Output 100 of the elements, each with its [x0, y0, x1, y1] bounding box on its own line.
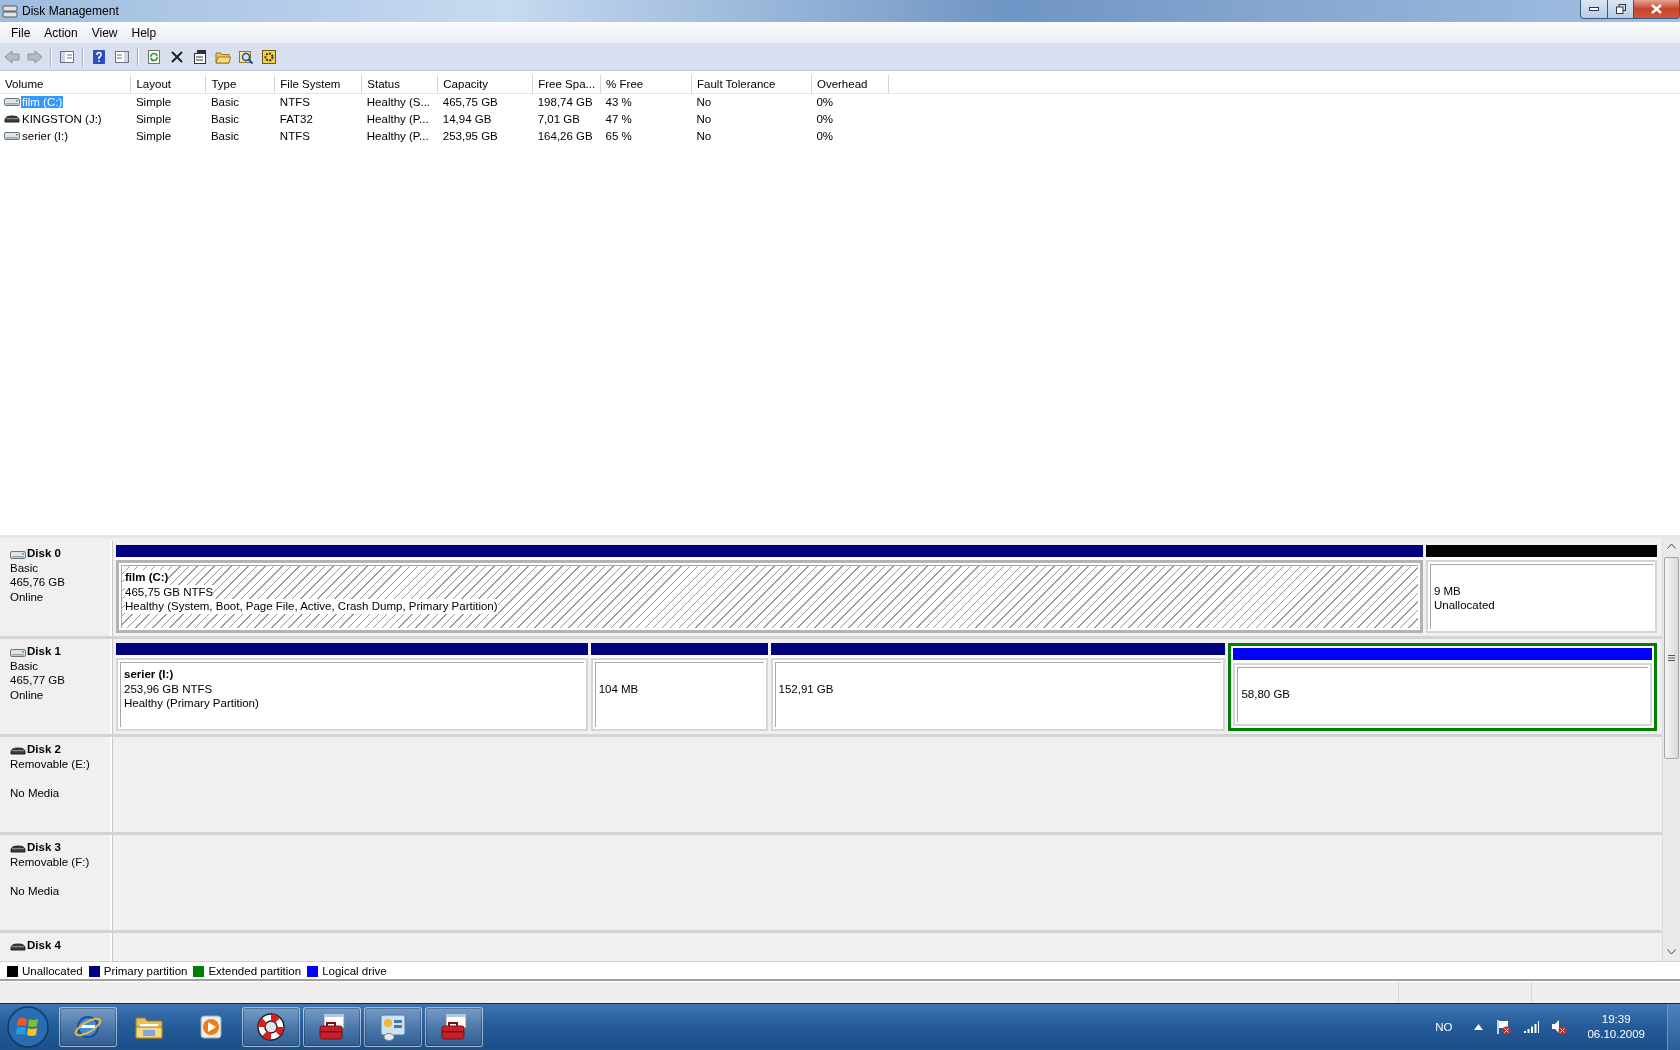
minimize-button[interactable] — [1580, 0, 1608, 19]
hard-drive-icon — [4, 129, 20, 143]
table-cell: 0% — [811, 93, 889, 111]
table-cell: Healthy (S... — [361, 93, 438, 111]
disk-name: Disk 0 — [27, 546, 61, 561]
disk-status: Online — [10, 590, 45, 605]
restore-icon — [1615, 4, 1626, 14]
column-header[interactable]: Capacity — [437, 75, 533, 93]
table-cell-text: Basic — [209, 129, 240, 144]
table-cell: No — [691, 93, 812, 111]
volume-name[interactable]: KINGSTON (J:) — [21, 113, 103, 125]
partition-panel[interactable]: serier (I:) 253,96 GB NTFS Healthy (Primary Partition) — [116, 643, 588, 732]
partition-panel[interactable]: 58,80 GB — [1228, 643, 1657, 732]
close-icon — [1651, 4, 1662, 14]
taskbar-button[interactable] — [364, 1007, 422, 1047]
table-cell-text: NTFS — [278, 129, 311, 144]
table-cell: Basic — [205, 93, 275, 111]
disk-type: Basic — [10, 561, 40, 576]
table-cell: NTFS — [274, 93, 362, 111]
partition-size: 104 MB — [598, 682, 639, 697]
partition-panel[interactable]: 152,91 GB — [770, 643, 1226, 732]
column-header[interactable]: % Free — [600, 75, 692, 93]
column-header[interactable]: Layout — [130, 75, 206, 93]
column-header[interactable]: File System — [274, 75, 362, 93]
language-indicator[interactable]: NO — [1435, 1021, 1453, 1033]
muted-speaker-icon[interactable] — [1551, 1019, 1568, 1035]
signal-bars-icon[interactable] — [1523, 1021, 1540, 1033]
action-pane-icon[interactable] — [114, 48, 130, 65]
disk-status: No Media — [10, 884, 61, 899]
column-header[interactable]: Free Spa... — [532, 75, 601, 93]
scroll-up-icon[interactable] — [1667, 543, 1676, 550]
menu-item[interactable]: Help — [124, 23, 164, 42]
start-button-icon[interactable] — [6, 1005, 50, 1049]
show-hidden-icons-icon[interactable] — [1474, 1024, 1484, 1030]
removable-drive-icon — [4, 112, 20, 126]
taskbar-button[interactable] — [303, 1007, 361, 1047]
table-cell: 198,74 GB — [532, 93, 601, 111]
table-cell-text: Healthy (P... — [365, 112, 430, 127]
grip-icon — [1668, 655, 1675, 662]
partition-panel[interactable]: 9 MB Unallocated — [1425, 545, 1657, 634]
clock-time: 19:39 — [1601, 1012, 1631, 1027]
table-cell: 465,75 GB — [437, 93, 533, 111]
column-header[interactable]: Fault Tolerance — [691, 75, 812, 93]
properties-icon[interactable] — [192, 48, 208, 65]
disk-status: Online — [10, 688, 45, 703]
close-button[interactable] — [1634, 0, 1680, 19]
disk-type: Removable (F:) — [10, 855, 91, 870]
partition-panel[interactable]: 104 MB — [590, 643, 768, 732]
table-cell-text: No — [695, 129, 713, 144]
legend-label: Primary partition — [103, 965, 188, 977]
taskbar-button[interactable] — [425, 1007, 483, 1047]
menu-item[interactable]: File — [4, 23, 38, 42]
partition-status: Healthy (System, Boot, Page File, Active, Crash Dump, Primary Partition) — [125, 599, 498, 614]
table-cell-text: FAT32 — [278, 112, 314, 127]
table-cell-text: 7,01 GB — [536, 112, 581, 127]
delete-icon[interactable] — [169, 48, 185, 65]
legend-label: Extended partition — [208, 965, 302, 977]
volume-name[interactable]: serier (I:) — [21, 130, 69, 142]
disk-name: Disk 2 — [27, 742, 61, 757]
help-icon[interactable] — [91, 48, 107, 65]
table-cell-text: 0% — [815, 112, 835, 127]
clock[interactable]: 19:39 06.10.2009 — [1587, 1012, 1645, 1042]
disk-size: 465,76 GB — [10, 575, 66, 590]
column-header[interactable]: Overhead — [811, 75, 889, 93]
partition-size: 9 MB — [1433, 584, 1461, 599]
partition-panel[interactable]: film (C:) 465,75 GB NTFS Healthy (System, Boot, Page File, Active, Crash Dump, Primary Partition) — [116, 545, 1423, 634]
control-panel-icon — [377, 1011, 409, 1043]
gear-icon[interactable] — [261, 48, 277, 65]
lifebuoy-icon — [255, 1011, 287, 1043]
minimize-icon — [1589, 7, 1599, 11]
column-header[interactable]: Volume — [0, 75, 131, 93]
table-cell: 43 % — [600, 93, 692, 111]
magnifier-icon[interactable] — [238, 48, 254, 65]
window-title: Disk Management — [22, 4, 119, 18]
table-cell-text: 164,26 GB — [536, 129, 594, 144]
disk-type: Basic — [10, 659, 40, 674]
partition-status: Unallocated — [1433, 598, 1495, 613]
table-cell-text: 14,94 GB — [441, 112, 493, 127]
column-header[interactable]: Type — [205, 75, 275, 93]
flag-warning-icon[interactable] — [1495, 1019, 1512, 1035]
restore-button[interactable] — [1608, 0, 1634, 19]
table-cell-text: 65 % — [604, 129, 633, 144]
disk-name: Disk 3 — [27, 840, 61, 855]
partition-size: 465,75 GB NTFS — [125, 585, 214, 600]
scrollbar-thumb[interactable] — [1664, 557, 1679, 760]
hard-drive-icon — [4, 95, 20, 109]
disk-type: Removable (E:) — [10, 757, 91, 772]
partition-name: film (C:) — [125, 570, 169, 585]
refresh-icon[interactable] — [146, 48, 162, 65]
menu-item[interactable]: View — [84, 23, 125, 42]
column-header[interactable]: Status — [361, 75, 438, 93]
disk-name: Disk 1 — [27, 644, 61, 659]
scroll-down-icon[interactable] — [1667, 949, 1676, 956]
vertical-scrollbar[interactable] — [1662, 538, 1680, 961]
table-cell-text: No — [695, 112, 713, 127]
menu-item[interactable]: Action — [37, 23, 85, 42]
taskbar-button[interactable] — [242, 1007, 300, 1047]
console-tree-icon[interactable] — [59, 48, 75, 65]
table-cell-text: 47 % — [604, 112, 633, 127]
clock-date: 06.10.2009 — [1587, 1027, 1645, 1042]
